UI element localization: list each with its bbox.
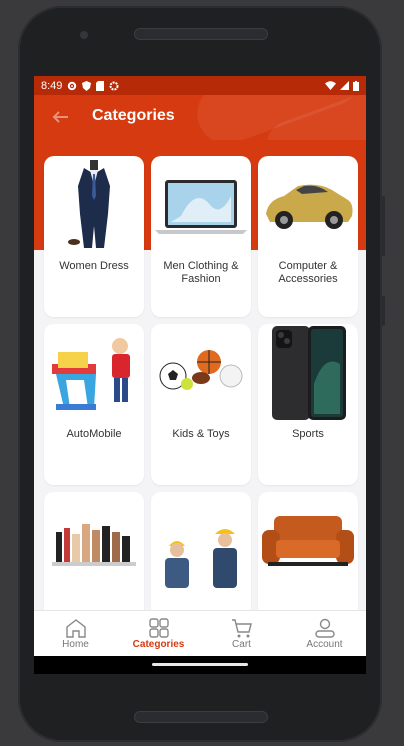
category-label: Women Dress: [59, 260, 129, 272]
category-card-sports[interactable]: Sports: [258, 324, 358, 485]
category-card-kids-toys[interactable]: Kids & Toys: [151, 324, 251, 485]
kid-easel-image: [52, 338, 130, 410]
laptop-image: [155, 180, 247, 234]
gear-icon: [109, 81, 119, 90]
settings-icon: [68, 81, 77, 90]
suit-image: [68, 160, 110, 248]
car-image: [266, 184, 353, 229]
earpiece-speaker: [134, 28, 268, 40]
home-indicator[interactable]: [152, 663, 248, 666]
shield-icon: [82, 80, 92, 91]
category-card-computer-accessories[interactable]: Computer & Accessories: [258, 156, 358, 317]
user-icon: [314, 618, 335, 638]
nav-cart[interactable]: Cart: [200, 611, 283, 657]
nav-label: Account: [306, 639, 343, 650]
sd-card-icon: [96, 80, 105, 91]
category-card-workers[interactable]: [151, 492, 251, 610]
nav-label: Cart: [232, 639, 251, 650]
volume-button: [382, 196, 385, 256]
workers-image: [165, 529, 237, 588]
nav-label: Home: [62, 639, 89, 650]
category-card-men-clothing[interactable]: Men Clothing & Fashion: [151, 156, 251, 317]
power-button: [382, 296, 385, 326]
bottom-navigation: Home Categories Cart Account: [34, 610, 366, 657]
category-card-furniture[interactable]: [258, 492, 358, 610]
category-label: Sports: [292, 428, 324, 440]
battery-icon: [353, 80, 359, 91]
category-label: Kids & Toys: [172, 428, 230, 440]
bottom-speaker: [134, 711, 268, 723]
wifi-icon: [325, 81, 336, 90]
app-bar: Categories: [34, 95, 366, 140]
category-card-automobile[interactable]: AutoMobile: [44, 324, 144, 485]
category-card-women-dress[interactable]: Women Dress: [44, 156, 144, 317]
home-icon: [65, 619, 86, 638]
cosmetics-image: [52, 524, 136, 566]
back-arrow-icon[interactable]: [48, 105, 72, 129]
app-screen: 8:49 Categories Women Dress Men Clothing…: [34, 76, 366, 674]
category-card-cosmetics[interactable]: [44, 492, 144, 610]
status-time: 8:49: [41, 79, 63, 92]
nav-account[interactable]: Account: [283, 611, 366, 657]
grid-icon: [148, 618, 169, 638]
category-list: Women Dress Men Clothing & Fashion Compu…: [34, 140, 366, 610]
cell-signal-icon: [340, 81, 349, 90]
phone-frame: 8:49 Categories Women Dress Men Clothing…: [18, 6, 385, 742]
nav-label: Categories: [132, 639, 185, 650]
sports-balls-image: [159, 350, 243, 390]
gesture-bar: [34, 656, 366, 674]
cart-icon: [231, 619, 252, 638]
category-label: Men Clothing & Fashion: [163, 260, 239, 285]
category-grid: Women Dress Men Clothing & Fashion Compu…: [44, 156, 358, 610]
smartphone-image: [272, 326, 346, 420]
nav-home[interactable]: Home: [34, 611, 117, 657]
category-label: Computer & Accessories: [278, 260, 338, 285]
front-camera: [80, 31, 88, 39]
nav-categories[interactable]: Categories: [117, 611, 200, 657]
category-label: AutoMobile: [66, 428, 122, 440]
page-title: Categories: [92, 107, 175, 124]
status-bar: 8:49: [34, 76, 366, 95]
sofa-image: [262, 516, 354, 566]
